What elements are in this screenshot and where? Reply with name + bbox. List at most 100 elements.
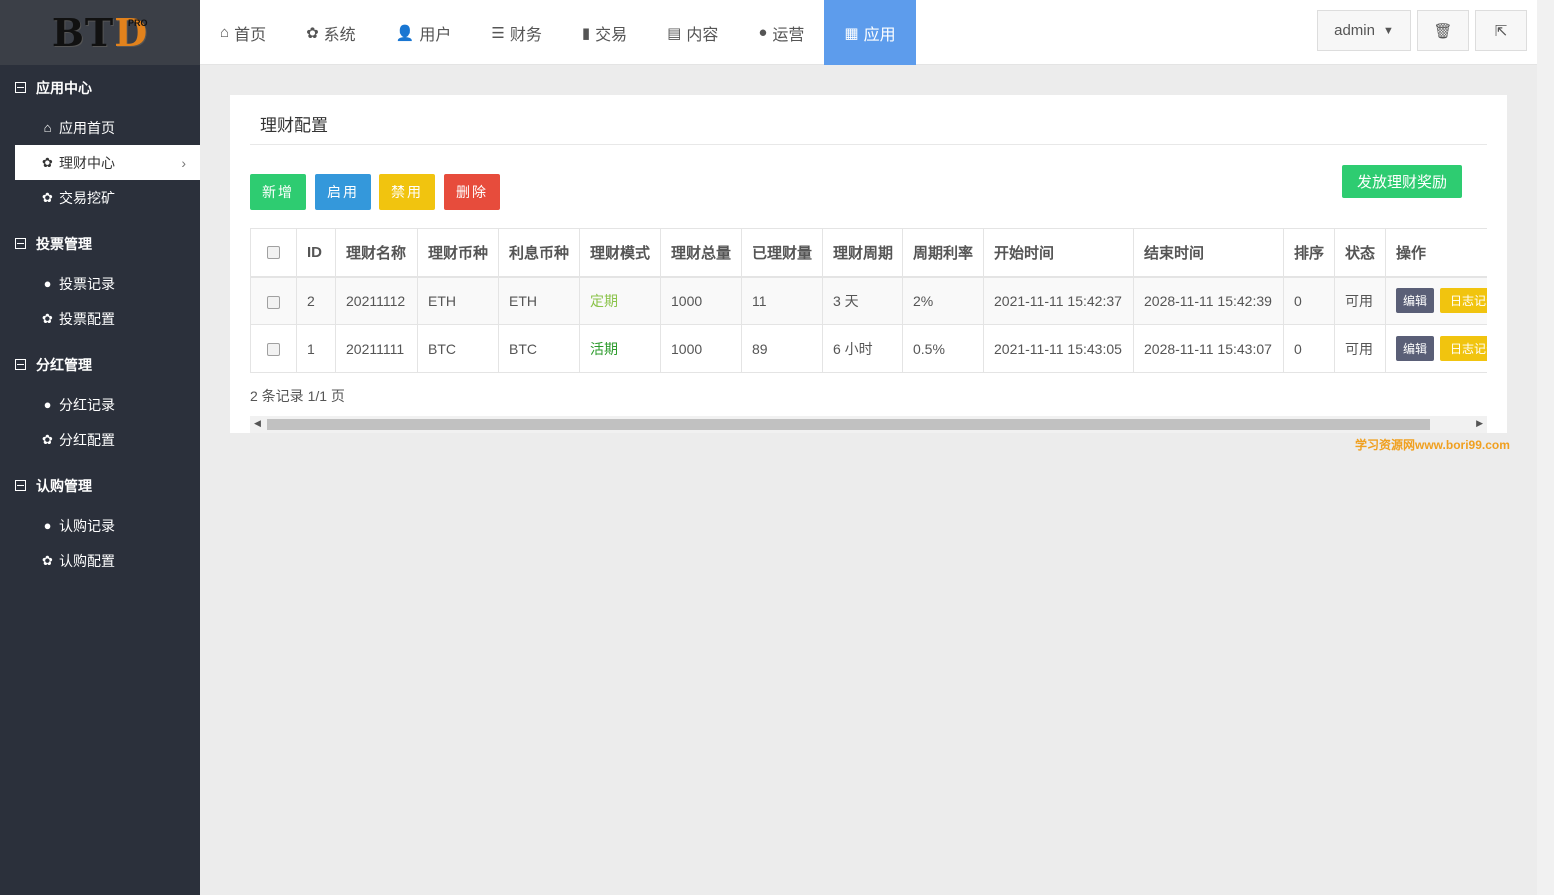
globe-icon: ● (43, 397, 52, 412)
clear-cache-button[interactable]: 🗑 (1417, 10, 1469, 51)
table-cell: 活期 (579, 324, 661, 373)
top-nav-tab[interactable]: ⌂ 首页 (200, 0, 286, 65)
caret-down-icon: ▼ (1382, 24, 1394, 37)
sidebar-item[interactable]: ● 投票记录 (0, 266, 200, 301)
sidebar-group: 投票管理 ● 投票记录 ✿ 投票配置 (0, 221, 200, 342)
table-horizontal-scrollbar[interactable]: ◀ ▶ (250, 416, 1487, 433)
edit-button[interactable]: 编辑 (1396, 288, 1435, 314)
scroll-right-arrow-icon[interactable]: ▶ (1476, 418, 1483, 429)
sidebar-item[interactable]: ✿ 理财中心 › (15, 145, 200, 180)
admin-dropdown-button[interactable]: admin ▼ (1317, 10, 1411, 51)
table-cell: 可用 (1334, 276, 1386, 325)
user-icon: 👤 (395, 24, 415, 42)
page-title: 理财配置 (260, 116, 328, 135)
edit-button[interactable]: 编辑 (1396, 336, 1435, 361)
row-checkbox[interactable] (267, 343, 280, 357)
table-cell: 2% (902, 276, 984, 325)
cell-end: 2028-11-11 15:42:39 (1144, 292, 1272, 309)
sidebar-item[interactable]: ● 分红记录 (0, 387, 200, 422)
sidebar-group-items: ● 分红记录 ✿ 分红配置 (0, 387, 200, 463)
sidebar-item[interactable]: ✿ 投票配置 (0, 301, 200, 336)
cell-coin: ETH (428, 292, 456, 309)
sidebar-group-title[interactable]: 应用中心 (0, 65, 200, 110)
sidebar-group-label: 认购管理 (36, 477, 92, 494)
column-header: 结束时间 (1133, 228, 1284, 278)
table-cell: 6 小时 (822, 324, 903, 373)
top-nav-tab[interactable]: ▮ 交易 (562, 0, 647, 65)
row-select-cell (250, 324, 297, 373)
cell-total: 1000 (671, 340, 703, 357)
table-cell: 2 (296, 276, 336, 325)
top-nav-tab[interactable]: ▦ 应用 (824, 0, 916, 65)
delete-button[interactable]: 删除 (444, 174, 500, 210)
sidebar-item[interactable]: ✿ 交易挖矿 (0, 180, 200, 215)
table-row: 1 20211111 BTC BTC 活期 1000 89 6 小时 0.5% 2021-11-1… (250, 324, 1487, 373)
top-nav-tab[interactable]: 👤 用户 (376, 0, 472, 65)
log-button[interactable]: 日志记录 (1440, 336, 1487, 361)
select-all-checkbox[interactable] (267, 246, 280, 260)
logo[interactable]: BTD PRO (0, 0, 200, 65)
table-cell: 20211112 (335, 276, 418, 325)
table-cell: ETH (498, 276, 580, 325)
logout-button[interactable]: ⇱ (1475, 10, 1527, 51)
sidebar-item-label: 认购记录 (59, 517, 115, 534)
collapse-icon (15, 480, 26, 491)
top-nav-tab[interactable]: ☰ 财务 (471, 0, 561, 65)
disable-button[interactable]: 禁用 (379, 174, 435, 210)
sidebar: BTD PRO 应用中心 ⌂ 应用首页 ✿ 理财中心 › ✿ 交易挖矿 投票管理 ● 投票记录 ✿ 投票… (0, 0, 200, 895)
watermark: 学习资源网www.bori99.com (1355, 438, 1510, 452)
scrollbar-thumb[interactable] (267, 419, 1430, 430)
log-button[interactable]: 日志记录 (1440, 288, 1487, 314)
column-header: 理财币种 (417, 228, 499, 278)
table-body: 2 20211112 ETH ETH 定期 1000 11 3 天 2% 2021-11-11 1… (250, 276, 1487, 373)
logo-text: BTD (51, 10, 149, 55)
sidebar-group-label: 投票管理 (36, 235, 92, 252)
cell-status: 可用 (1345, 292, 1373, 309)
cell-id: 2 (307, 292, 315, 309)
enable-button[interactable]: 启用 (315, 174, 371, 210)
column-header: ID (296, 228, 336, 278)
sidebar-item[interactable]: ⌂ 应用首页 (0, 110, 200, 145)
page-vertical-scrollbar[interactable] (1537, 0, 1554, 895)
scroll-left-arrow-icon[interactable]: ◀ (254, 418, 261, 429)
top-nav-tab-label: 用户 (419, 26, 452, 44)
sidebar-item[interactable]: ✿ 分红配置 (0, 422, 200, 457)
sidebar-item[interactable]: ✿ 认购配置 (0, 543, 200, 578)
issue-reward-button[interactable]: 发放理财奖励 (1342, 165, 1462, 198)
sidebar-menu: 应用中心 ⌂ 应用首页 ✿ 理财中心 › ✿ 交易挖矿 投票管理 ● 投票记录 ✿ 投票配置 分红管理 ● 分… (0, 65, 200, 584)
sidebar-group: 认购管理 ● 认购记录 ✿ 认购配置 (0, 463, 200, 584)
gear-icon: ✿ (42, 154, 53, 170)
column-header: 理财模式 (579, 228, 661, 278)
cell-done: 11 (752, 292, 767, 309)
row-checkbox[interactable] (267, 295, 280, 309)
column-header: 利息币种 (498, 228, 580, 278)
cell-period: 3 天 (833, 292, 859, 309)
cell-id: 1 (307, 340, 315, 357)
gear-icon: ✿ (42, 310, 53, 326)
logout-icon: ⇱ (1494, 22, 1508, 40)
table-cell: BTC (498, 324, 580, 373)
add-button[interactable]: 新增 (250, 174, 306, 210)
table-cell: 0 (1283, 324, 1335, 373)
cell-period: 6 小时 (833, 340, 873, 357)
sidebar-group-title[interactable]: 投票管理 (0, 221, 200, 266)
gear-icon: ✿ (306, 24, 319, 42)
sidebar-item-label: 分红记录 (59, 396, 115, 413)
sidebar-group-title[interactable]: 认购管理 (0, 463, 200, 508)
top-nav-tab[interactable]: ▤ 内容 (647, 0, 738, 65)
sidebar-item-label: 理财中心 (59, 154, 115, 171)
sidebar-item[interactable]: ● 认购记录 (0, 508, 200, 543)
table-cell: 2021-11-11 15:42:37 (983, 276, 1134, 325)
top-right-actions: admin ▼ 🗑 ⇱ (1311, 10, 1527, 51)
column-header: 排序 (1283, 228, 1335, 278)
column-header: 理财名称 (335, 228, 418, 278)
top-nav-tab[interactable]: ✿ 系统 (286, 0, 376, 65)
top-nav-tab-label: 运营 (772, 26, 805, 44)
cell-end: 2028-11-11 15:43:07 (1144, 340, 1272, 357)
grid-icon: ▦ (844, 24, 859, 42)
sidebar-item-label: 分红配置 (59, 431, 115, 448)
top-nav-tab[interactable]: ● 运营 (738, 0, 824, 65)
sidebar-group-title[interactable]: 分红管理 (0, 342, 200, 387)
sidebar-item-label: 投票记录 (59, 275, 115, 292)
cell-name: 20211112 (346, 292, 406, 309)
